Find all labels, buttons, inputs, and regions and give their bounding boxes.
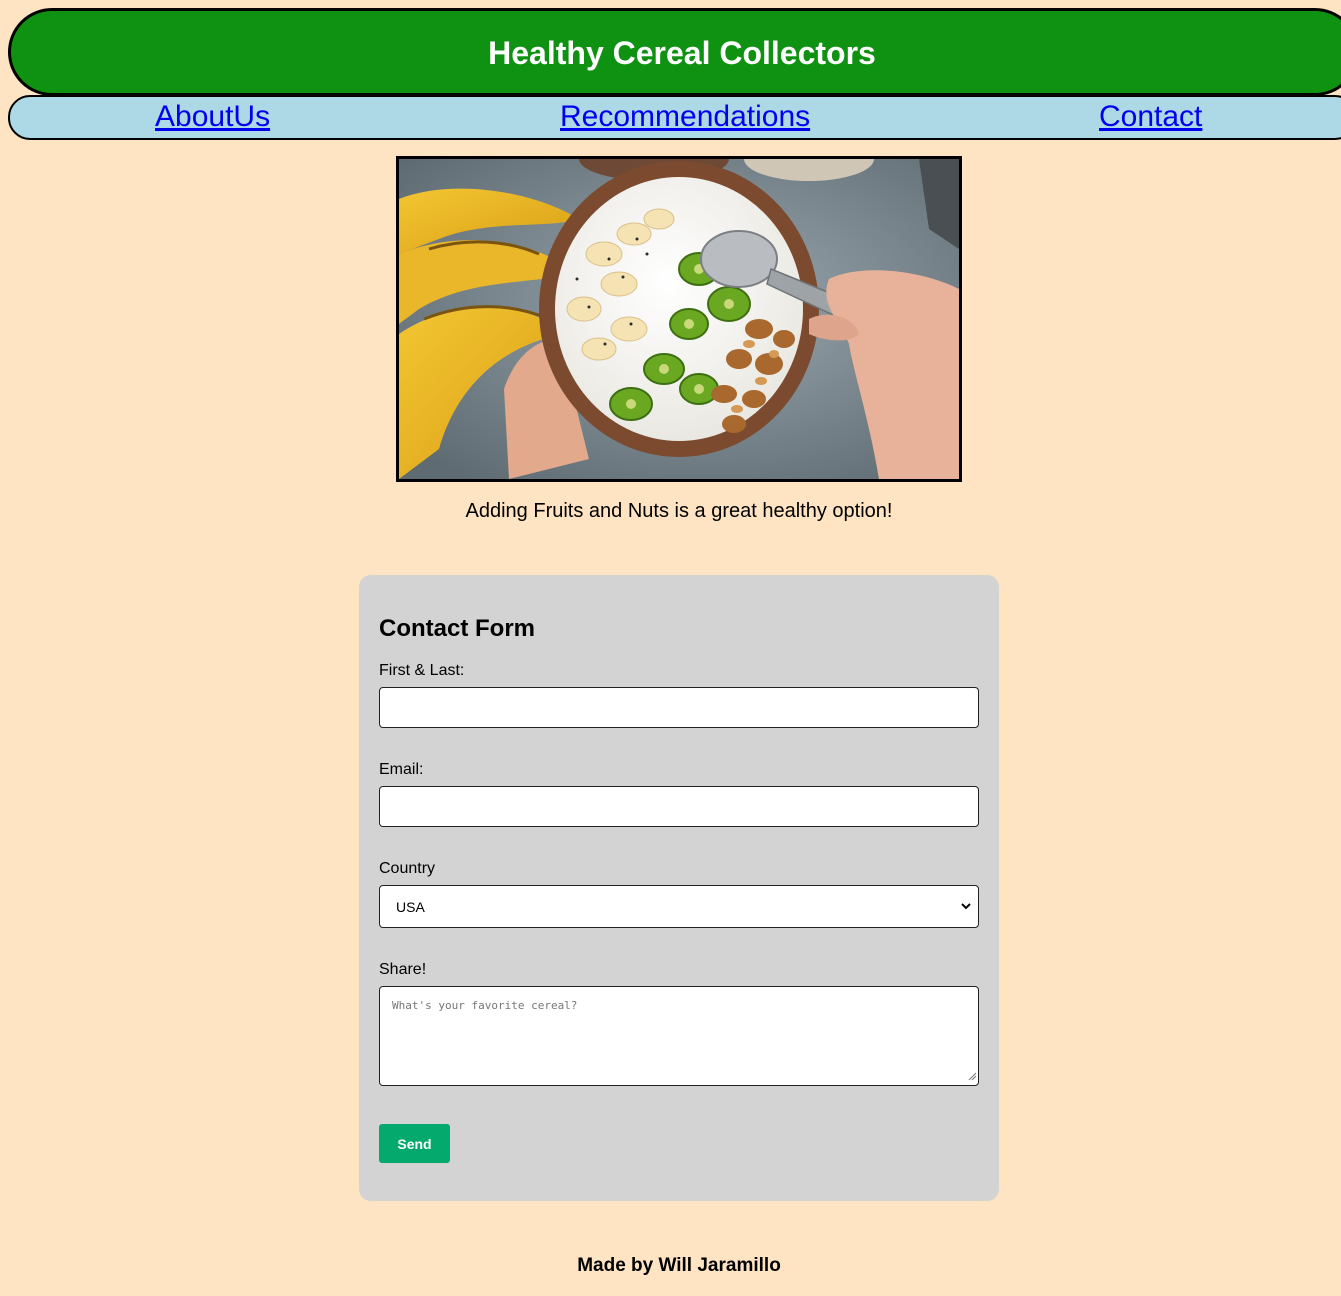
email-input[interactable]	[379, 786, 979, 827]
country-selected-value: USA	[396, 898, 425, 915]
chevron-down-icon	[960, 899, 972, 916]
nav-bar: AboutUs Recommendations Contact	[8, 95, 1341, 140]
footer-credit: Made by Will Jaramillo	[577, 1255, 781, 1276]
name-input[interactable]	[379, 687, 979, 728]
email-label: Email:	[379, 761, 424, 778]
hero-caption: Adding Fruits and Nuts is a great health…	[465, 500, 893, 522]
nav-link-about-us[interactable]: AboutUs	[155, 100, 270, 134]
form-title: Contact Form	[379, 615, 535, 642]
share-placeholder: What's your favorite cereal?	[392, 999, 578, 1012]
country-select[interactable]: USA	[379, 885, 979, 928]
site-title: Healthy Cereal Collectors	[488, 35, 876, 71]
share-textarea[interactable]: What's your favorite cereal?	[379, 986, 979, 1086]
contact-form: Contact Form First & Last: Email: Countr…	[359, 575, 999, 1201]
country-label: Country	[379, 860, 436, 877]
share-label: Share!	[379, 961, 427, 978]
hero-image	[396, 156, 962, 482]
nav-link-recommendations[interactable]: Recommendations	[560, 100, 810, 134]
resize-handle-icon[interactable]	[967, 1071, 977, 1084]
site-header: Healthy Cereal Collectors	[8, 8, 1341, 96]
name-label: First & Last:	[379, 662, 465, 679]
nav-link-contact[interactable]: Contact	[1099, 100, 1202, 134]
send-button[interactable]: Send	[379, 1124, 450, 1163]
